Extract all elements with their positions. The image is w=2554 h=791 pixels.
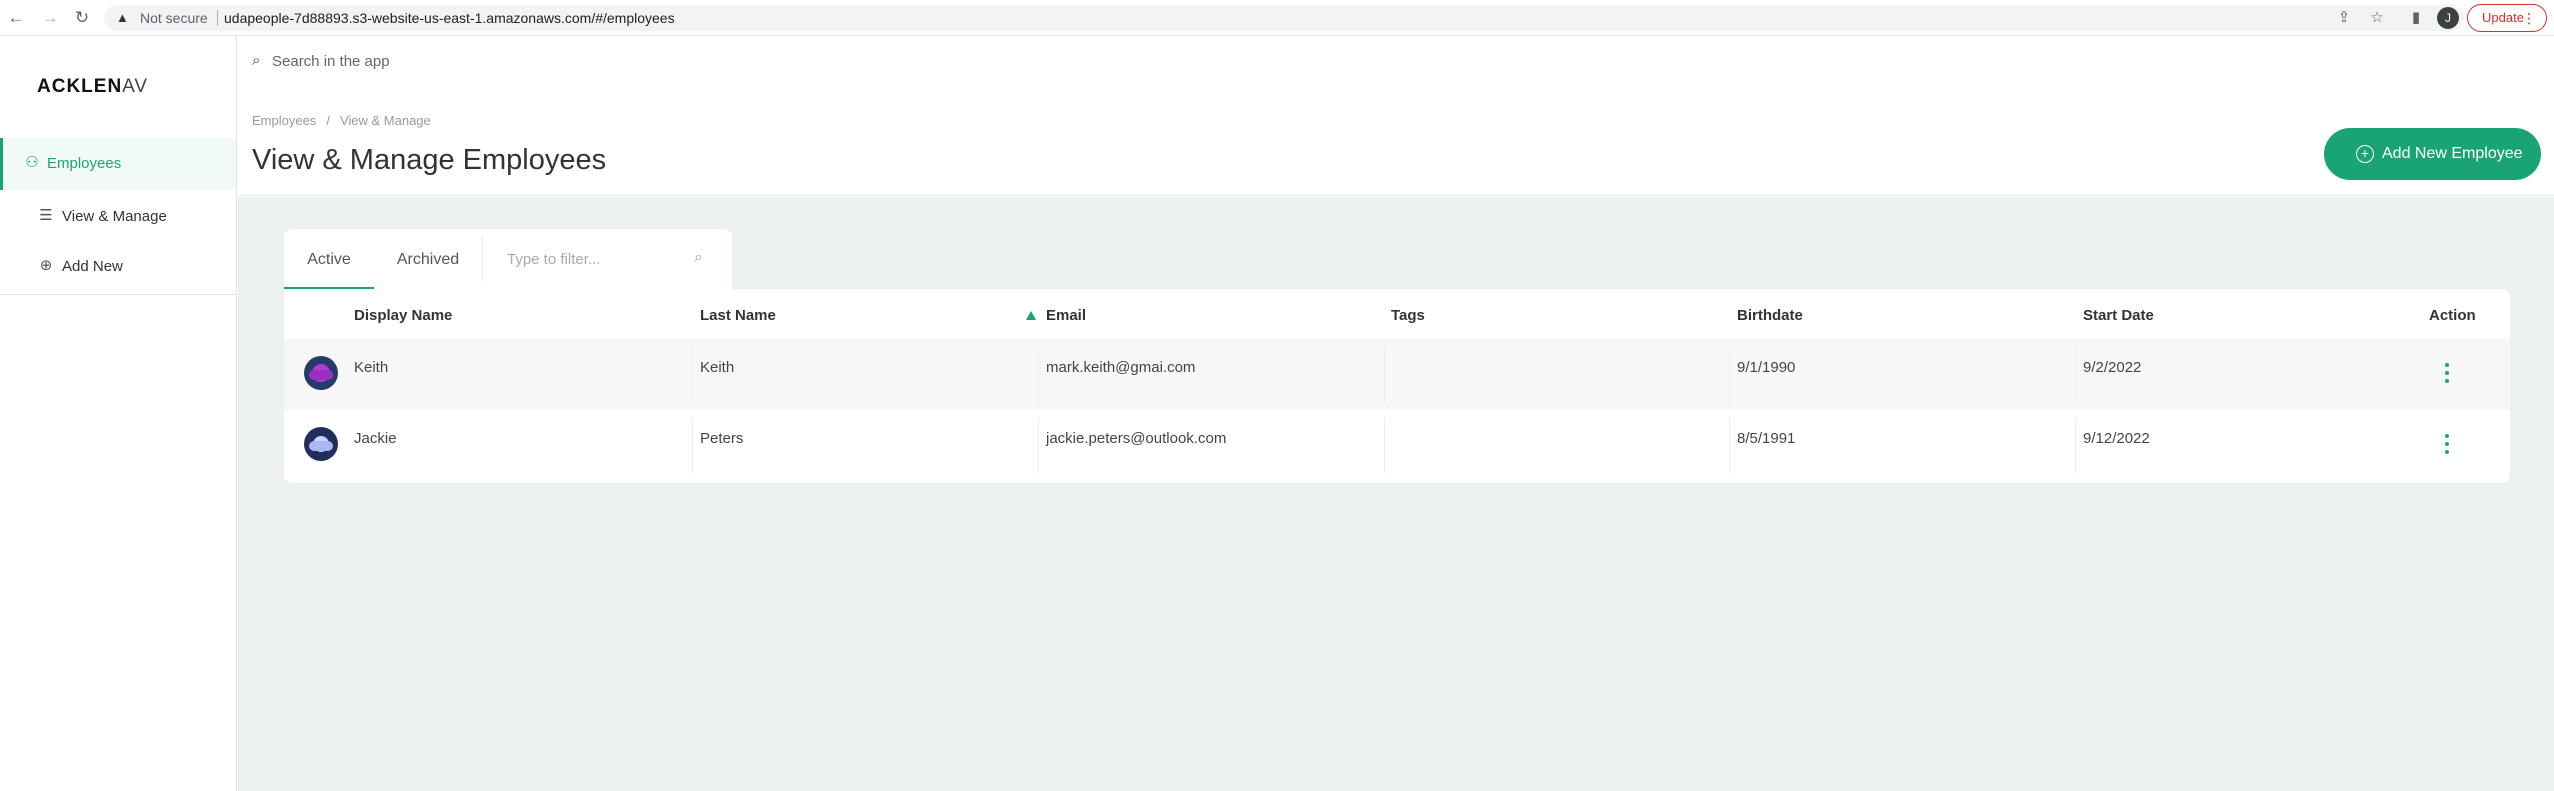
breadcrumb-item-employees[interactable]: Employees	[252, 113, 316, 128]
cell-display-name: Keith	[354, 359, 389, 376]
menu-dot	[2445, 434, 2449, 438]
url-text[interactable]: udapeople-7d88893.s3-website-us-east-1.a…	[224, 10, 675, 26]
search-input[interactable]	[272, 50, 1972, 72]
sidebar-item-label: Employees	[47, 155, 122, 172]
cell-email: jackie.peters@outlook.com	[1046, 430, 1227, 447]
sidebar-item-add-new[interactable]: ⊕ Add New	[0, 241, 236, 293]
column-header-last-name[interactable]: Last Name	[700, 307, 776, 324]
reload-icon[interactable]: ↻	[72, 8, 92, 28]
sidebar-item-label: View & Manage	[62, 208, 167, 225]
add-button-label: Add New Employee	[2382, 145, 2523, 162]
menu-dot	[2445, 442, 2449, 446]
column-divider	[1384, 347, 1385, 402]
column-header-tags[interactable]: Tags	[1391, 307, 1425, 324]
column-header-action: Action	[2429, 307, 2476, 324]
breadcrumb: Employees / View & Manage	[252, 113, 431, 128]
page-title: View & Manage Employees	[252, 144, 607, 176]
column-divider	[1729, 418, 1730, 473]
bookmark-star-icon[interactable]: ☆	[2367, 8, 2387, 28]
update-label: Update	[2482, 10, 2524, 25]
table-row[interactable]: Keith Keith mark.keith@gmai.com 9/1/1990…	[284, 339, 2510, 410]
browser-update-button[interactable]: Update ⋮	[2467, 4, 2547, 32]
list-icon: ☰	[39, 207, 53, 224]
address-bar[interactable]: ▲ Not secure udapeople-7d88893.s3-websit…	[104, 5, 2464, 31]
logo-main: ACKLEN	[37, 76, 123, 97]
share-icon[interactable]: ⇪	[2334, 8, 2354, 28]
menu-dot	[2445, 379, 2449, 383]
person-icon: ⚇	[25, 154, 39, 171]
cell-birthdate: 9/1/1990	[1737, 359, 1796, 376]
plus-circle-icon: +	[2356, 145, 2374, 163]
column-divider	[692, 418, 693, 473]
app-search-bar: ⌕	[238, 36, 2554, 94]
cell-birthdate: 8/5/1991	[1737, 430, 1796, 447]
main-content: Active Archived ⌕ Display Name Last Name…	[238, 197, 2554, 791]
row-actions-menu-icon[interactable]	[2444, 363, 2450, 387]
column-divider	[1384, 418, 1385, 473]
column-divider	[1038, 418, 1039, 473]
warning-icon: ▲	[116, 10, 129, 25]
search-icon: ⌕	[252, 52, 261, 69]
column-divider	[1038, 347, 1039, 402]
avatar	[304, 427, 338, 461]
filter-box[interactable]: ⌕	[497, 241, 722, 277]
sidebar: ACKLENAV ⚇ Employees ☰ View & Manage ⊕ A…	[0, 36, 237, 791]
column-divider	[692, 347, 693, 402]
tab-divider	[482, 237, 483, 281]
sort-ascending-icon[interactable]	[1026, 311, 1036, 320]
page-header: Employees / View & Manage View & Manage Em…	[238, 94, 2554, 196]
cell-start-date: 9/2/2022	[2083, 359, 2142, 376]
breadcrumb-item-view-manage[interactable]: View & Manage	[340, 113, 431, 128]
cell-last-name: Keith	[700, 359, 735, 376]
more-vert-icon: ⋮	[2522, 10, 2536, 26]
row-actions-menu-icon[interactable]	[2444, 434, 2450, 458]
browser-toolbar: ← → ↻ ▲ Not secure udapeople-7d88893.s3-…	[0, 0, 2554, 36]
column-header-birthdate[interactable]: Birthdate	[1737, 307, 1803, 324]
breadcrumb-separator: /	[326, 113, 330, 128]
table-row[interactable]: Jackie Peters jackie.peters@outlook.com …	[284, 410, 2510, 481]
address-divider	[217, 10, 218, 26]
add-new-employee-button[interactable]: + Add New Employee	[2324, 128, 2541, 180]
tabs-bar: Active Archived ⌕	[284, 229, 732, 289]
tab-archived[interactable]: Archived	[374, 229, 482, 289]
column-divider	[2075, 418, 2076, 473]
employees-table: Display Name Last Name Email Tags Birthd…	[284, 289, 2510, 483]
cell-start-date: 9/12/2022	[2083, 430, 2150, 447]
avatar-shape	[309, 370, 333, 380]
sidebar-item-view-manage[interactable]: ☰ View & Manage	[0, 191, 236, 243]
forward-arrow-icon[interactable]: →	[40, 8, 60, 28]
cell-display-name: Jackie	[354, 430, 397, 447]
logo-tail: AV	[122, 76, 149, 97]
back-arrow-icon[interactable]: ←	[6, 8, 26, 28]
sidebar-item-employees[interactable]: ⚇ Employees	[0, 138, 236, 190]
column-header-email[interactable]: Email	[1046, 307, 1086, 324]
column-header-start-date[interactable]: Start Date	[2083, 307, 2154, 324]
column-divider	[2075, 347, 2076, 402]
avatar	[304, 356, 338, 390]
column-header-display-name[interactable]: Display Name	[354, 307, 452, 324]
tab-active[interactable]: Active	[284, 229, 374, 289]
sidebar-item-label: Add New	[62, 258, 123, 275]
menu-dot	[2445, 363, 2449, 367]
filter-input[interactable]	[507, 248, 687, 270]
app-logo[interactable]: ACKLENAV	[37, 76, 148, 98]
search-box[interactable]: ⌕	[252, 44, 2052, 78]
cell-last-name: Peters	[700, 430, 744, 447]
column-divider	[1729, 347, 1730, 402]
menu-dot	[2445, 450, 2449, 454]
plus-circle-icon: ⊕	[39, 257, 53, 274]
side-panel-icon[interactable]: ▮	[2406, 8, 2426, 28]
menu-dot	[2445, 371, 2449, 375]
avatar-shape	[309, 441, 333, 451]
search-icon: ⌕	[694, 249, 703, 266]
cell-email: mark.keith@gmai.com	[1046, 359, 1196, 376]
sidebar-divider	[0, 294, 236, 295]
profile-avatar[interactable]: J	[2437, 7, 2459, 29]
security-label: Not secure	[140, 10, 208, 26]
